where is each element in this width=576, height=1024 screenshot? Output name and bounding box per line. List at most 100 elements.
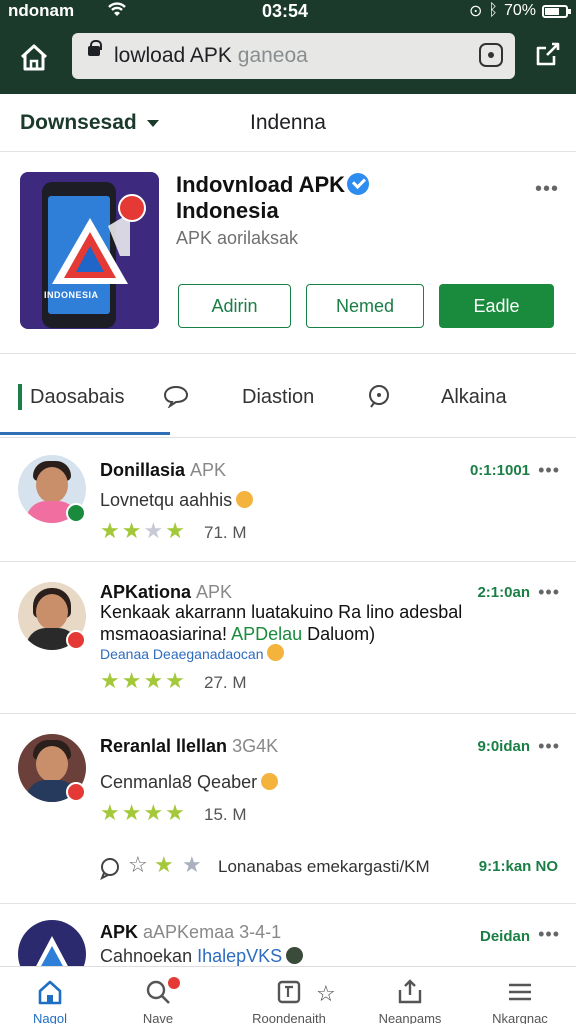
battery-icon xyxy=(542,4,571,18)
apk-logo-icon xyxy=(36,936,68,966)
more-options-icon[interactable]: ••• xyxy=(538,924,560,945)
url-bar[interactable]: lowload APK ganeoa xyxy=(72,33,515,79)
review-text: Kenkaak akarrann luatakuino Ra lino ades… xyxy=(100,602,463,622)
battery-percent: 70% xyxy=(503,2,536,19)
comment-icon[interactable] xyxy=(163,384,189,413)
notification-badge xyxy=(168,977,180,989)
nav-menu[interactable]: Nkargnac xyxy=(470,967,570,1024)
tab-third[interactable]: Alkaina xyxy=(441,386,507,409)
review-count: 71. M xyxy=(204,523,247,542)
rating-stars: ★★★★ xyxy=(100,668,187,693)
action-text: Lonanabas emekargasti/KM xyxy=(218,857,430,876)
nav-updates[interactable]: Neanpams xyxy=(360,967,460,1024)
app-button-second[interactable]: Nemed xyxy=(306,284,424,328)
emoji-icon xyxy=(286,947,304,964)
more-options-icon[interactable]: ••• xyxy=(538,460,560,481)
nav-label: Roondenaith xyxy=(252,1011,326,1024)
tabs-icon[interactable] xyxy=(479,43,503,67)
home-button[interactable] xyxy=(14,38,54,78)
more-options-icon[interactable]: ••• xyxy=(538,736,560,757)
reviewer-name: Donillasia APK xyxy=(100,460,227,480)
app-button-first[interactable]: Adirin xyxy=(178,284,291,328)
rating-stars: ★★★★ xyxy=(100,800,187,825)
reviewer-name: Reranlal llellan 3G4K xyxy=(100,736,279,756)
reviewer-name: APK aAPKemaa 3-4-1 xyxy=(100,922,282,942)
emoji-icon xyxy=(236,491,254,508)
review-action-row: ☆ ★ ★ Lonanabas emekargasti/KM 9:1:kan N… xyxy=(0,848,576,904)
url-path: ganeoa xyxy=(237,44,308,67)
star-filled-icon[interactable]: ★ xyxy=(154,852,174,878)
tab-second[interactable]: Diastion xyxy=(242,386,314,409)
download-dropdown[interactable]: Downsesad xyxy=(20,111,159,135)
status-bar: ndonam 03:54 ⊙ ᛒ 70% xyxy=(0,0,576,24)
comment-icon[interactable] xyxy=(98,856,122,885)
star-gray-icon[interactable]: ★ xyxy=(182,852,202,878)
app-icon[interactable]: INDONESIA xyxy=(20,172,159,329)
url-domain: lowload APK xyxy=(114,44,232,67)
review-time: 2:1:0an xyxy=(477,584,530,601)
bottom-navigation: Nagol Nave ☆ Roondenaith Neanpams Nkargn… xyxy=(0,966,576,1024)
nav-label: Nagol xyxy=(33,1011,67,1024)
more-options-icon[interactable]: ••• xyxy=(538,582,560,603)
verified-icon xyxy=(347,173,370,195)
nav-home[interactable]: Nagol xyxy=(0,967,100,1024)
save-badge-icon xyxy=(118,194,146,222)
chat-icon[interactable] xyxy=(366,384,392,413)
review-count: 15. M xyxy=(204,805,247,824)
review-time: Deidan xyxy=(479,928,530,945)
nav-label: Nave xyxy=(142,1011,174,1024)
caret-down-icon xyxy=(146,119,159,127)
review-item: Donillasia APK 0:1:1001 ••• Lovnetqu aah… xyxy=(0,440,576,562)
verified-badge-icon xyxy=(66,503,86,523)
home-icon xyxy=(20,44,48,71)
clock: 03:54 xyxy=(262,1,309,21)
review-text: Cenmanla8 Qeaber xyxy=(100,772,279,793)
battery-fill xyxy=(545,7,559,15)
tab-first[interactable]: Daosabais xyxy=(30,386,125,409)
sub-header: Downsesad Indenna xyxy=(0,94,576,152)
app-subtitle: APK aorilaksak xyxy=(176,228,299,248)
share-button[interactable] xyxy=(534,40,562,68)
action-time: 9:1:kan NO xyxy=(478,858,558,875)
nav-library[interactable]: ☆ Roondenaith xyxy=(234,967,344,1024)
more-options-icon[interactable]: ••• xyxy=(535,178,559,201)
review-item: APKationa APK 2:1:0an ••• Kenkaak akarra… xyxy=(0,562,576,714)
status-right: ⊙ ᛒ 70% xyxy=(468,1,571,21)
wifi-icon xyxy=(106,0,128,23)
review-item: Reranlal llellan 3G4K 9:0idan ••• Cenman… xyxy=(0,714,576,848)
url-text: lowload APK ganeoa xyxy=(114,44,308,68)
star-outline-icon: ☆ xyxy=(316,981,336,1006)
review-text-line2: msmaoasiarina! APDelau Daluom) xyxy=(100,624,376,644)
menu-icon xyxy=(509,983,531,1001)
badge-icon xyxy=(66,630,86,650)
review-time: 0:1:1001 xyxy=(469,462,530,479)
page-title: Indenna xyxy=(250,111,326,134)
nav-search[interactable]: Nave xyxy=(108,967,208,1024)
home-icon xyxy=(38,980,62,1005)
rating-stars: ★★★★ xyxy=(100,518,187,543)
app-name: Indovnload APK Indonesia xyxy=(176,172,476,224)
book-icon xyxy=(277,980,301,1004)
star-outline-icon[interactable]: ☆ xyxy=(128,852,148,878)
emoji-icon xyxy=(261,773,279,790)
review-link[interactable]: Deanaa Deaeganadaocan xyxy=(100,644,285,662)
dropdown-label: Downsesad xyxy=(20,111,137,134)
nav-label: Nkargnac xyxy=(492,1011,548,1024)
lock-icon xyxy=(88,40,102,56)
carrier-label: ndonam xyxy=(8,1,75,20)
review-count: 27. M xyxy=(204,673,247,692)
emoji-icon xyxy=(267,644,285,661)
tab-active-marker xyxy=(18,384,22,410)
review-text: Lovnetqu aahhis xyxy=(100,490,254,511)
install-button[interactable]: Eadle xyxy=(439,284,554,328)
nav-label: Neanpams xyxy=(378,1011,442,1024)
upload-box-icon xyxy=(398,979,422,1004)
share-icon xyxy=(536,42,560,66)
review-time: 9:0idan xyxy=(477,738,530,755)
alarm-icon: ⊙ xyxy=(468,3,483,20)
badge-icon xyxy=(66,782,86,802)
app-card: INDONESIA Indovnload APK Indonesia APK a… xyxy=(0,152,576,354)
review-item: APK aAPKemaa 3-4-1 Deidan ••• Cahnoekan … xyxy=(0,904,576,966)
app-name-line1: Indovnload APK xyxy=(176,172,346,197)
app-avatar[interactable] xyxy=(18,920,86,966)
